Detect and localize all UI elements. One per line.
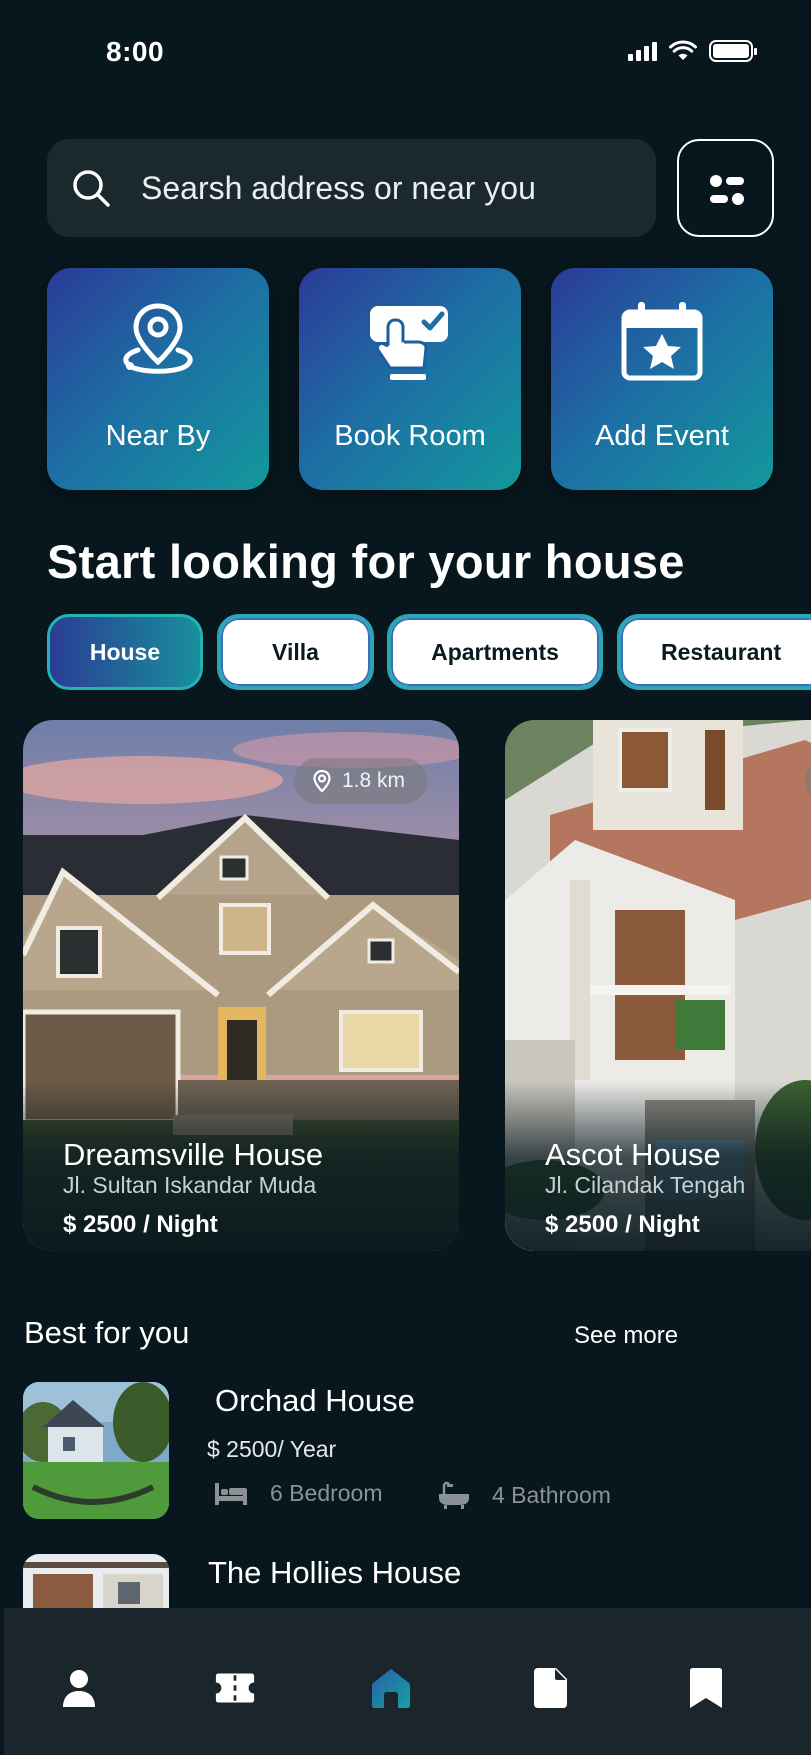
list-item-price: $ 2500/ Year bbox=[207, 1436, 337, 1462]
distance-badge: 1.8 km bbox=[293, 758, 427, 804]
person-icon bbox=[63, 1670, 95, 1707]
search-placeholder: Searsh address or near you bbox=[141, 169, 536, 206]
search-input[interactable]: Searsh address or near you bbox=[47, 139, 656, 237]
distance-text: 1.8 km bbox=[341, 769, 405, 792]
property-price: $ 2500 / Night bbox=[545, 1211, 700, 1238]
bathroom-feature: 4 Bathroom bbox=[438, 1480, 611, 1510]
home-icon bbox=[372, 1669, 410, 1708]
list-item-name[interactable]: Orchad House bbox=[215, 1383, 415, 1419]
location-pin-icon bbox=[313, 769, 331, 793]
list-item-name[interactable]: The Hollies House bbox=[208, 1555, 461, 1591]
category-chip-apartments[interactable]: Apartments bbox=[387, 614, 603, 690]
wifi-icon bbox=[669, 40, 697, 60]
nav-documents[interactable] bbox=[530, 1668, 570, 1708]
add-event-button[interactable]: Add Event bbox=[551, 268, 773, 490]
near-by-label: Near By bbox=[105, 420, 211, 452]
house-thumbnail bbox=[23, 1554, 169, 1614]
see-more-link[interactable]: See more bbox=[574, 1322, 678, 1350]
category-chip-restaurant[interactable]: Restaurant bbox=[617, 614, 811, 690]
list-item-thumbnail[interactable] bbox=[23, 1382, 169, 1519]
category-chip-house[interactable]: House bbox=[47, 614, 203, 690]
category-chip-villa[interactable]: Villa bbox=[217, 614, 374, 690]
bookmark-icon bbox=[690, 1668, 722, 1708]
section-heading: Start looking for your house bbox=[47, 535, 685, 588]
location-pin-icon bbox=[123, 303, 193, 374]
filter-button[interactable] bbox=[677, 139, 774, 237]
bedroom-feature: 6 Bedroom bbox=[214, 1480, 383, 1507]
bedroom-count: 6 Bedroom bbox=[270, 1480, 383, 1506]
ticket-icon bbox=[215, 1673, 255, 1703]
add-event-label: Add Event bbox=[595, 420, 729, 452]
property-price: $ 2500 / Night bbox=[63, 1211, 218, 1238]
book-room-button[interactable]: Book Room bbox=[299, 268, 521, 490]
bed-icon bbox=[215, 1482, 247, 1505]
near-by-button[interactable]: Near By bbox=[47, 268, 269, 490]
touch-booking-icon bbox=[370, 306, 448, 380]
status-icons bbox=[628, 40, 757, 62]
property-name: Ascot House bbox=[545, 1137, 721, 1172]
best-for-you-title: Best for you bbox=[24, 1315, 190, 1350]
nav-tickets[interactable] bbox=[215, 1668, 255, 1708]
document-icon bbox=[534, 1668, 567, 1708]
nav-profile[interactable] bbox=[59, 1668, 99, 1708]
bathtub-icon bbox=[439, 1481, 469, 1509]
property-name: Dreamsville House bbox=[63, 1137, 324, 1172]
list-item-thumbnail[interactable] bbox=[23, 1554, 169, 1614]
nav-saved[interactable] bbox=[686, 1668, 726, 1708]
home-screen: 8:00 Searsh address or near you Near By … bbox=[0, 0, 811, 1755]
property-card-dreamsville[interactable]: 1.8 km Dreamsville House Jl. Sultan Iska… bbox=[23, 720, 459, 1251]
property-address: Jl. Cilandak Tengah bbox=[545, 1172, 746, 1198]
filter-icon bbox=[710, 175, 744, 205]
property-card-ascot[interactable]: Ascot House Jl. Cilandak Tengah $ 2500 /… bbox=[505, 720, 811, 1251]
calendar-star-icon bbox=[621, 302, 703, 381]
house-thumbnail bbox=[23, 1382, 169, 1519]
signal-icon bbox=[628, 41, 657, 61]
bathroom-count: 4 Bathroom bbox=[492, 1481, 611, 1508]
battery-icon bbox=[709, 40, 757, 62]
status-time: 8:00 bbox=[106, 36, 165, 67]
search-icon bbox=[73, 170, 110, 207]
property-address: Jl. Sultan Iskandar Muda bbox=[63, 1172, 317, 1198]
book-room-label: Book Room bbox=[334, 420, 486, 452]
nav-home[interactable] bbox=[371, 1668, 411, 1708]
